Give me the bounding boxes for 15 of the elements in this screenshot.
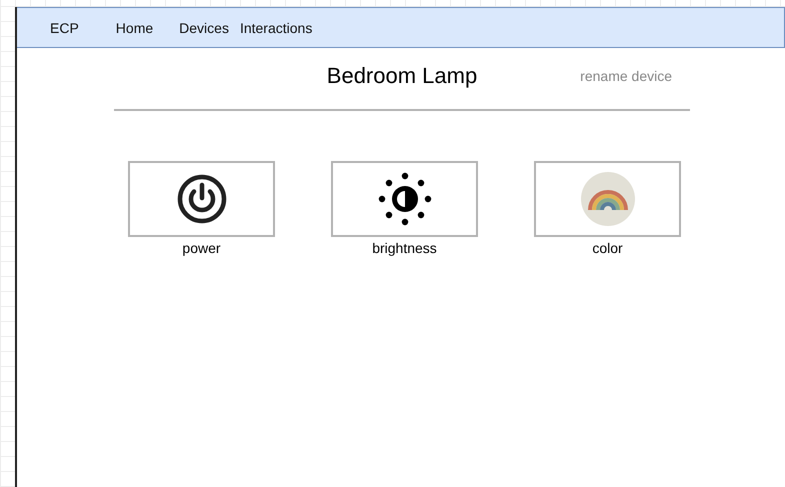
nav-link[interactable]: Home bbox=[116, 20, 154, 36]
nav-link[interactable]: Devices bbox=[179, 20, 229, 36]
device-title: Bedroom Lamp bbox=[326, 62, 478, 88]
rename-device-link[interactable]: rename device bbox=[580, 68, 672, 84]
tile-label: power bbox=[182, 240, 221, 256]
power-icon bbox=[176, 174, 226, 224]
control-tile[interactable] bbox=[331, 161, 478, 237]
nav-link[interactable]: Interactions bbox=[240, 20, 312, 36]
tile-label: color bbox=[592, 240, 623, 256]
rainbow-icon bbox=[580, 172, 634, 226]
brightness-icon bbox=[378, 172, 432, 226]
brand-name: ECP bbox=[50, 20, 79, 36]
tile-label: brightness bbox=[372, 240, 437, 256]
control-tile[interactable] bbox=[128, 161, 275, 237]
control-tile[interactable] bbox=[534, 161, 681, 237]
